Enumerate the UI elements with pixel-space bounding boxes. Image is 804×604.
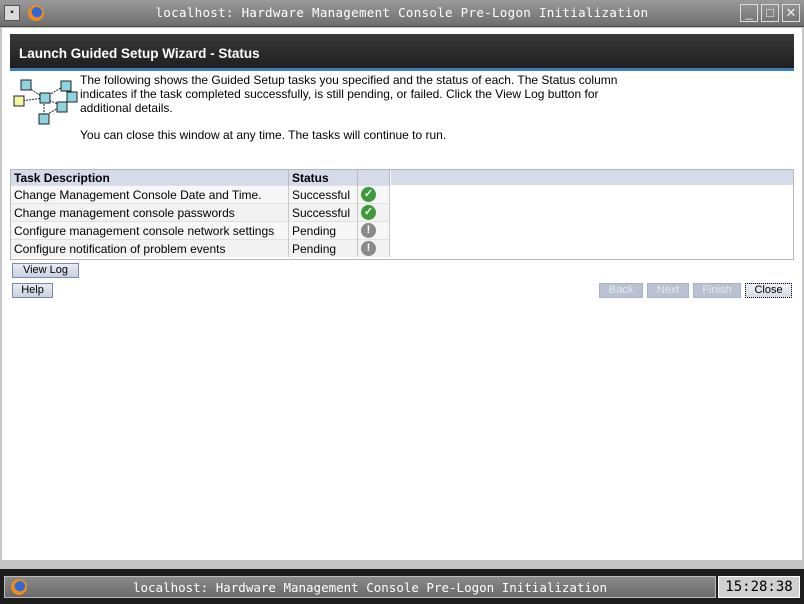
- exclamation-icon: !: [361, 241, 376, 257]
- taskbar: localhost: Hardware Management Console P…: [0, 569, 804, 604]
- back-button[interactable]: Back: [599, 283, 643, 298]
- check-icon: ✓: [361, 205, 376, 221]
- view-log-button[interactable]: View Log: [12, 263, 79, 278]
- table-row[interactable]: Change management console passwords Succ…: [11, 203, 390, 222]
- help-button[interactable]: Help: [12, 283, 53, 298]
- table-row[interactable]: Change Management Console Date and Time.…: [11, 185, 390, 204]
- page-title: Launch Guided Setup Wizard - Status: [10, 34, 794, 68]
- column-header-icon[interactable]: [357, 170, 390, 186]
- status-cell: Successful: [288, 203, 358, 222]
- intro-text: The following shows the Guided Setup tas…: [80, 73, 618, 115]
- column-header-task[interactable]: Task Description: [11, 170, 289, 186]
- network-diagram-icon: [13, 79, 78, 125]
- table-header-fill: [391, 170, 793, 185]
- firefox-icon: [28, 5, 44, 21]
- status-cell: Pending: [288, 239, 358, 257]
- task-status-table: Task Description Status Change Managemen…: [10, 169, 794, 260]
- column-header-status[interactable]: Status: [288, 170, 358, 186]
- status-cell: Pending: [288, 221, 358, 240]
- status-cell: Successful: [288, 185, 358, 204]
- title-bar[interactable]: ▪ localhost: Hardware Management Console…: [0, 0, 804, 27]
- close-note-text: You can close this window at any time. T…: [80, 128, 447, 142]
- window-menu-button[interactable]: ▪: [4, 5, 20, 21]
- maximize-button[interactable]: □: [761, 4, 779, 22]
- wizard-content: Launch Guided Setup Wizard - Status The …: [2, 28, 802, 560]
- taskbar-window-title: localhost: Hardware Management Console P…: [132, 580, 608, 595]
- finish-button[interactable]: Finish: [693, 283, 741, 298]
- task-cell: Change management console passwords: [11, 203, 289, 222]
- table-row[interactable]: Configure management console network set…: [11, 221, 390, 240]
- task-cell: Configure notification of problem events: [11, 239, 289, 257]
- next-button[interactable]: Next: [647, 283, 689, 298]
- taskbar-window-item[interactable]: localhost: Hardware Management Console P…: [4, 576, 716, 598]
- clock: 15:28:38: [718, 576, 800, 598]
- task-cell: Configure management console network set…: [11, 221, 289, 240]
- app-window: ▪ localhost: Hardware Management Console…: [0, 0, 804, 604]
- table-header-row: Task Description Status: [11, 170, 390, 186]
- close-window-button[interactable]: ✕: [782, 4, 800, 22]
- exclamation-icon: !: [361, 223, 376, 239]
- firefox-icon: [11, 579, 27, 595]
- close-button[interactable]: Close: [745, 283, 792, 298]
- check-icon: ✓: [361, 187, 376, 203]
- task-cell: Change Management Console Date and Time.: [11, 185, 289, 204]
- header-divider: [10, 68, 794, 71]
- minimize-button[interactable]: _: [740, 4, 758, 22]
- window-title: localhost: Hardware Management Console P…: [155, 5, 649, 20]
- table-row[interactable]: Configure notification of problem events…: [11, 239, 390, 257]
